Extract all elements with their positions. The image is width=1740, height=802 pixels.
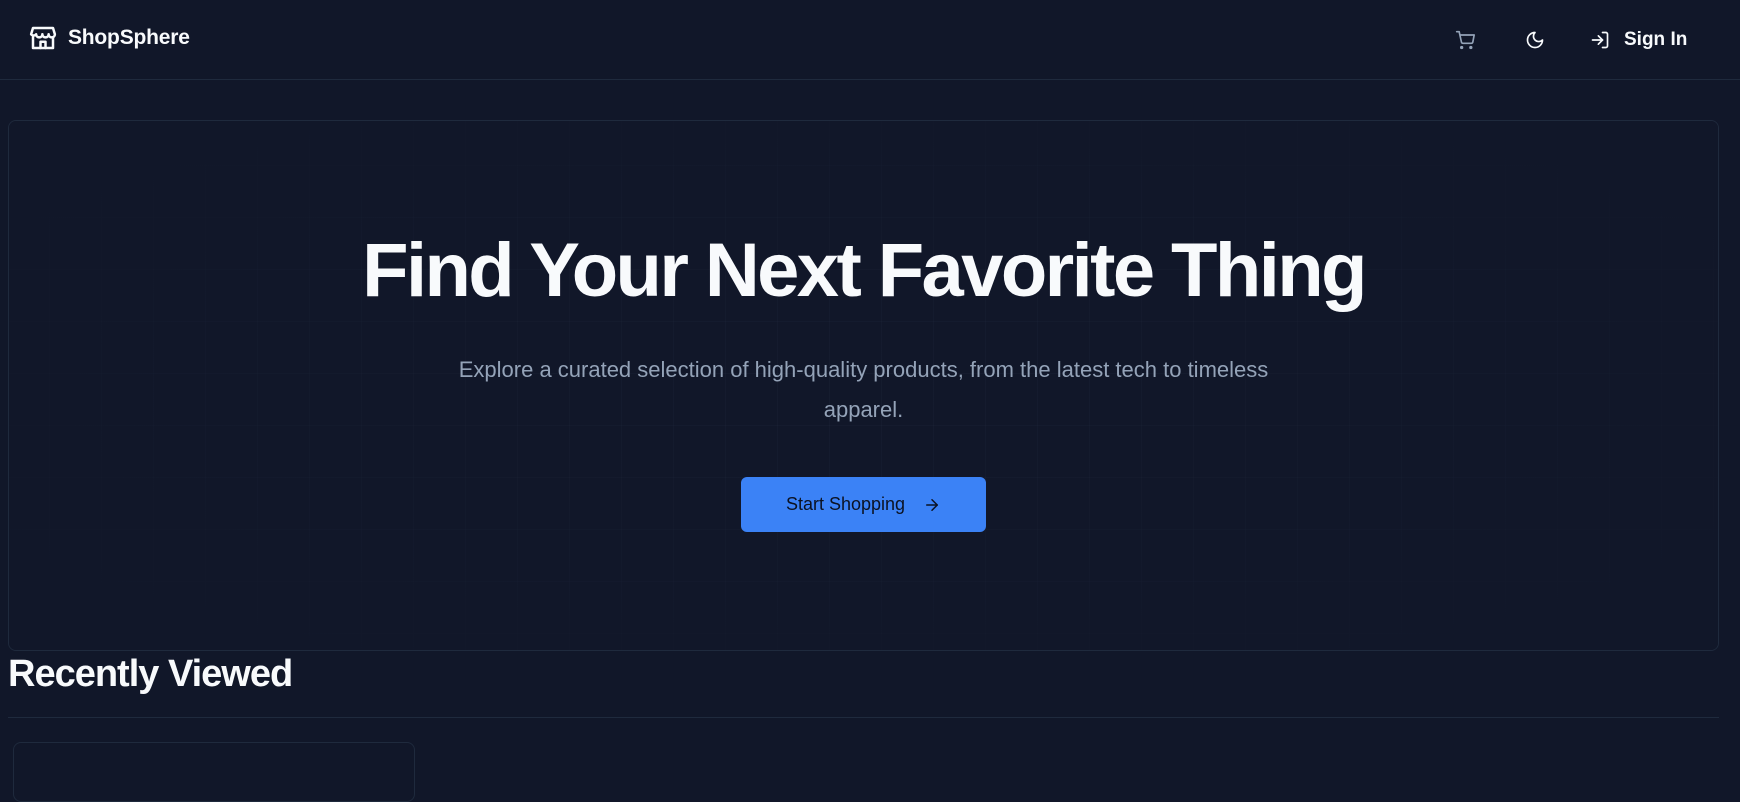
- brand-name: ShopSphere: [68, 26, 190, 49]
- sign-in-button[interactable]: Sign In: [1578, 22, 1699, 58]
- sign-in-icon: [1591, 31, 1609, 49]
- hero-title: Find Your Next Favorite Thing: [362, 228, 1367, 313]
- start-shopping-label: Start Shopping: [785, 494, 906, 514]
- sign-in-label: Sign In: [1624, 29, 1688, 50]
- hero-content: Find Your Next Favorite Thing Explore a …: [9, 121, 1718, 650]
- start-shopping-button[interactable]: Start Shopping: [741, 477, 986, 532]
- site-header: ShopSphere Sign In: [0, 0, 1740, 80]
- recently-viewed-title: Recently Viewed: [8, 653, 293, 695]
- recently-viewed-product-card[interactable]: [13, 742, 415, 802]
- cart-button[interactable]: [1447, 22, 1483, 58]
- section-divider: [8, 717, 1719, 718]
- hero-subtitle: Explore a curated selection of high-qual…: [458, 357, 1269, 422]
- arrow-right-icon: [926, 498, 939, 511]
- cart-icon: [1455, 30, 1475, 50]
- moon-icon: [1526, 31, 1544, 49]
- theme-toggle-button[interactable]: [1517, 22, 1553, 58]
- store-icon: [29, 26, 57, 50]
- hero-section: Find Your Next Favorite Thing Explore a …: [8, 120, 1719, 651]
- brand-logo-link[interactable]: ShopSphere: [28, 23, 190, 53]
